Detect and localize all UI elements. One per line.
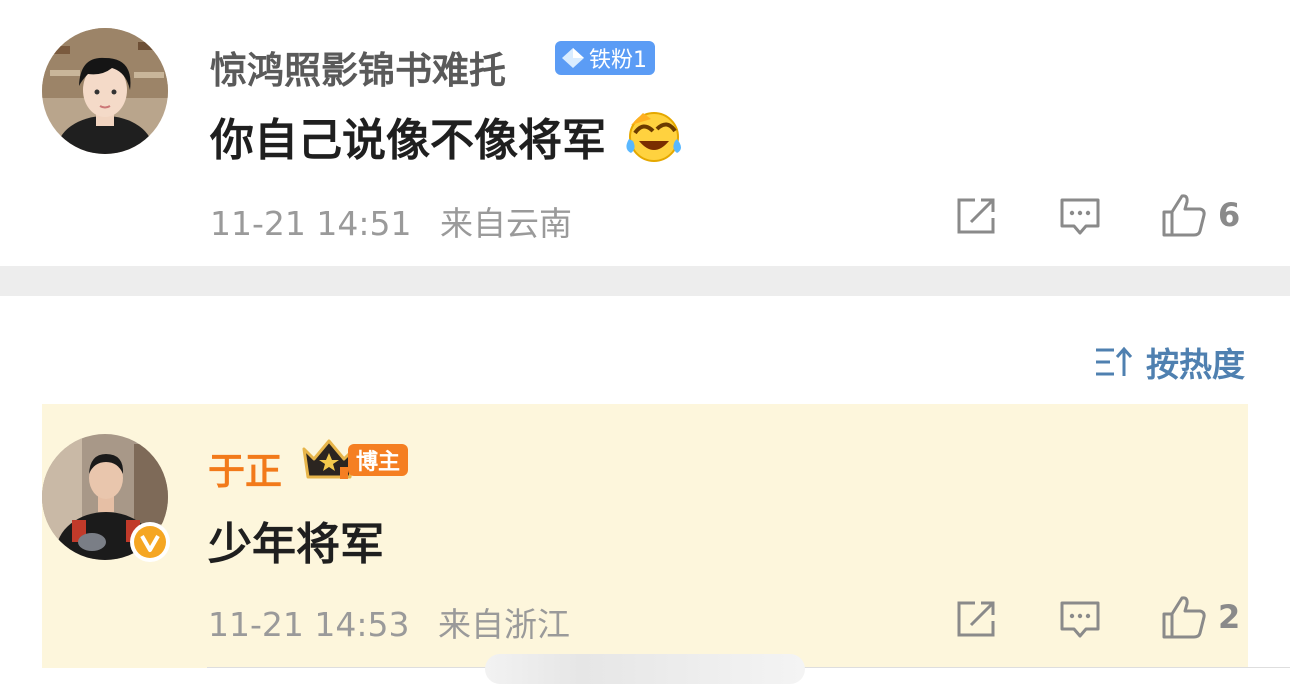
comment-location: 来自云南 (439, 204, 572, 243)
comment-text-body: 少年将军 (208, 519, 384, 570)
sort-bar: 按热度 (0, 296, 1290, 404)
comment-meta: 11-21 14:51 来自云南 (210, 197, 572, 245)
thumbs-up-icon (1162, 596, 1206, 639)
fan-badge[interactable]: 铁粉1 (555, 41, 655, 75)
like-button[interactable]: 2 (1160, 594, 1240, 640)
comment-item: 惊鸿照影锦书难托 铁粉1 你自己说像不像将军 11-21 14:51 来自云南 (0, 0, 1290, 266)
share-icon (957, 198, 995, 234)
like-count: 6 (1218, 196, 1241, 234)
share-button[interactable] (955, 599, 997, 639)
comment-text: 你自己说像不像将军 (210, 104, 683, 174)
comment-item-highlighted: 于正 博主 少年将军 11-21 14:53 来自浙江 2 (42, 404, 1248, 668)
comment-icon (1060, 198, 1100, 235)
user-name[interactable]: 于正 (208, 441, 282, 495)
reply-button[interactable] (1058, 196, 1102, 236)
comment-time: 11-21 14:51 (210, 204, 412, 243)
section-divider (0, 266, 1290, 296)
comment-meta: 11-21 14:53 来自浙江 (208, 598, 570, 646)
blogger-badge-label: 博主 (356, 450, 401, 475)
like-button[interactable]: 6 (1160, 192, 1240, 238)
share-icon (957, 601, 995, 637)
reply-button[interactable] (1058, 599, 1102, 639)
verified-v-icon (130, 522, 170, 562)
comment-text-body: 你自己说像不像将军 (210, 115, 606, 166)
user-name[interactable]: 惊鸿照影锦书难托 (210, 40, 506, 94)
comment-text: 少年将军 (208, 508, 384, 572)
thumbs-up-icon (1162, 194, 1206, 237)
scroll-indicator[interactable] (485, 654, 805, 684)
blogger-badge[interactable]: 博主 (348, 444, 409, 476)
sort-label: 按热度 (1146, 345, 1245, 384)
sort-icon (1096, 346, 1133, 376)
fan-badge-label: 铁粉1 (589, 48, 647, 73)
diamond-icon (562, 48, 584, 68)
comment-location: 来自浙江 (437, 605, 570, 644)
like-count: 2 (1218, 598, 1241, 636)
share-button[interactable] (955, 196, 997, 236)
avatar[interactable] (42, 28, 168, 154)
comment-icon (1060, 601, 1100, 638)
laughing-crying-emoji-icon (625, 109, 683, 174)
sort-by-hot-button[interactable]: 按热度 (1094, 338, 1245, 386)
comment-time: 11-21 14:53 (208, 605, 410, 644)
